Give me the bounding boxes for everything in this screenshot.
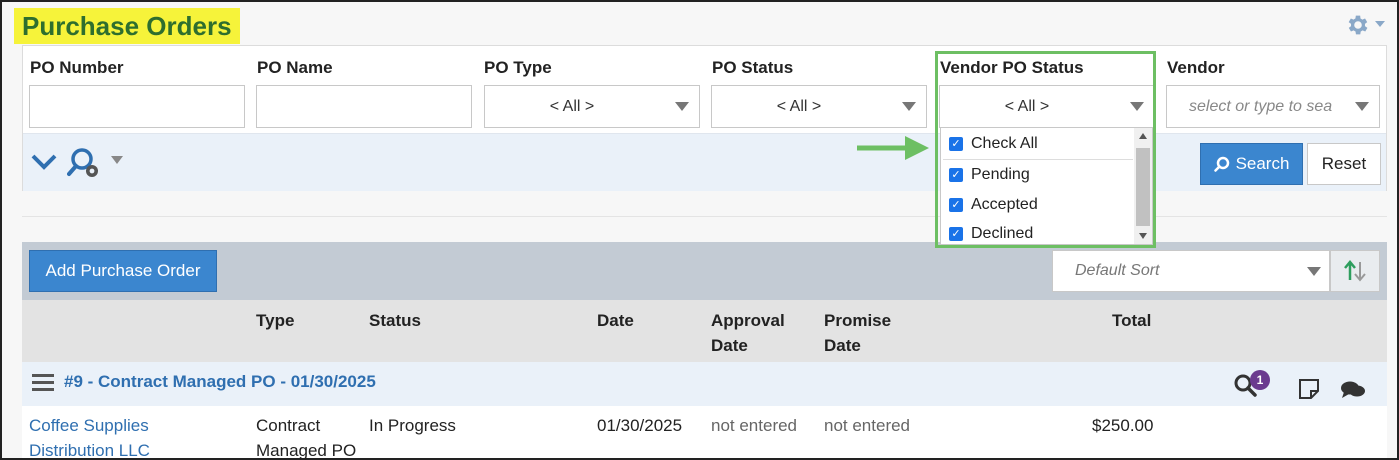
po-status-label: PO Status [712,58,794,77]
add-purchase-order-button[interactable]: Add Purchase Order [29,250,217,292]
divider [22,216,1387,217]
caret-down-icon [1375,21,1385,27]
chevron-down-icon [902,102,916,111]
sort-arrows-icon [1344,260,1366,282]
results-toolbar: Add Purchase Order Default Sort [22,242,1387,300]
note-icon[interactable] [1298,378,1320,400]
po-number-input[interactable] [29,85,245,128]
column-total[interactable]: Total [1112,308,1151,333]
vendor-select[interactable]: select or type to sea [1166,85,1380,128]
vendor-po-status-dropdown: ✓ Check All ✓ Pending ✓ Accepted ✓ Decli… [940,127,1153,245]
column-type[interactable]: Type [256,308,294,333]
table-header: Type Status Date Approval Date Promise D… [22,300,1387,362]
option-declined[interactable]: ✓ Declined [949,223,1033,245]
po-number-label: PO Number [30,58,124,77]
settings-menu[interactable] [1345,12,1389,38]
option-label: Check All [971,135,1038,152]
table-row: Coffee Supplies Distribution LLC Contrac… [22,406,1387,460]
results-panel: Add Purchase Order Default Sort Type Sta… [22,242,1387,460]
dropdown-scrollbar[interactable] [1134,128,1152,244]
option-label: Accepted [971,196,1038,213]
option-accepted[interactable]: ✓ Accepted [949,194,1038,216]
collapse-chevron-icon[interactable] [31,152,57,172]
caret-down-icon [111,156,123,164]
view-details-button[interactable]: 1 [1232,370,1272,402]
vendor-po-status-value: < All > [1004,97,1050,115]
option-check-all[interactable]: ✓ Check All [949,133,1038,155]
promise-date-cell: not entered [824,416,911,435]
filter-panel: PO Number PO Name PO Type < All > PO Sta… [22,45,1387,245]
column-date[interactable]: Date [597,308,634,333]
po-name-label: PO Name [257,58,333,77]
column-label-line: Date [824,336,861,355]
divider [943,159,1133,160]
vendor-link[interactable]: Coffee Supplies Distribution LLC [29,413,150,460]
column-label-line: Approval [711,311,785,330]
approval-date-cell: not entered [711,416,798,435]
chevron-down-icon [1130,102,1144,111]
column-approval-date[interactable]: Approval Date [711,308,785,358]
scroll-down-icon[interactable] [1139,233,1147,239]
vendor-po-status-label: Vendor PO Status [940,58,1084,77]
comments-icon[interactable] [1340,379,1366,401]
option-pending[interactable]: ✓ Pending [949,164,1030,186]
reset-button[interactable]: Reset [1307,143,1381,185]
search-settings-icon [67,148,98,177]
checkbox-checked-icon: ✓ [949,137,963,151]
column-label-line: Date [711,336,748,355]
option-label: Declined [971,225,1034,242]
sort-select[interactable]: Default Sort [1052,250,1330,292]
chevron-down-icon [1307,267,1321,276]
filter-toolbar [23,133,1386,191]
status-cell: In Progress [369,416,456,435]
po-group-row: #9 - Contract Managed PO - 01/30/2025 1 [22,362,1387,406]
search-button-label: Search [1235,154,1290,173]
gear-icon [1348,15,1368,35]
app-frame: Purchase Orders PO Number PO Name PO Typ… [0,0,1399,460]
cell-line: Managed PO [256,441,357,460]
page-title: Purchase Orders [14,8,240,44]
chevron-down-icon [1355,102,1369,111]
po-type-label: PO Type [484,58,552,77]
search-button[interactable]: Search [1200,143,1303,185]
cell-line: Coffee Supplies [29,416,149,435]
saved-search-menu[interactable] [67,146,125,180]
sort-placeholder: Default Sort [1075,262,1160,279]
annotation-arrow-icon [857,136,929,160]
scroll-up-icon[interactable] [1139,133,1147,139]
po-name-input[interactable] [256,85,472,128]
search-icon [1213,156,1229,172]
date-cell: 01/30/2025 [597,416,683,435]
row-actions: 1 [1232,368,1372,402]
po-group-title[interactable]: #9 - Contract Managed PO - 01/30/2025 [64,372,376,392]
total-cell: $250.00 [1092,416,1154,435]
column-label-line: Promise [824,311,892,330]
option-label: Pending [971,166,1030,183]
sort-direction-button[interactable] [1330,250,1380,292]
vendor-po-status-select[interactable]: < All > [939,85,1155,128]
checkbox-checked-icon: ✓ [949,198,963,212]
checkbox-checked-icon: ✓ [949,227,963,241]
chevron-down-icon [675,102,689,111]
column-promise-date[interactable]: Promise Date [824,308,891,358]
hamburger-menu-icon[interactable] [32,374,54,392]
po-type-select[interactable]: < All > [484,85,700,128]
cell-line: Distribution LLC [29,441,150,460]
po-type-value: < All > [549,97,595,115]
po-status-select[interactable]: < All > [711,85,927,128]
cell-line: Contract [256,416,321,435]
vendor-label: Vendor [1167,58,1225,77]
type-cell: Contract Managed PO [256,413,357,460]
scroll-thumb[interactable] [1136,148,1150,226]
count-badge: 1 [1250,370,1270,390]
checkbox-checked-icon: ✓ [949,168,963,182]
column-status[interactable]: Status [369,308,421,333]
po-status-value: < All > [776,97,822,115]
vendor-placeholder: select or type to sea [1189,97,1333,115]
